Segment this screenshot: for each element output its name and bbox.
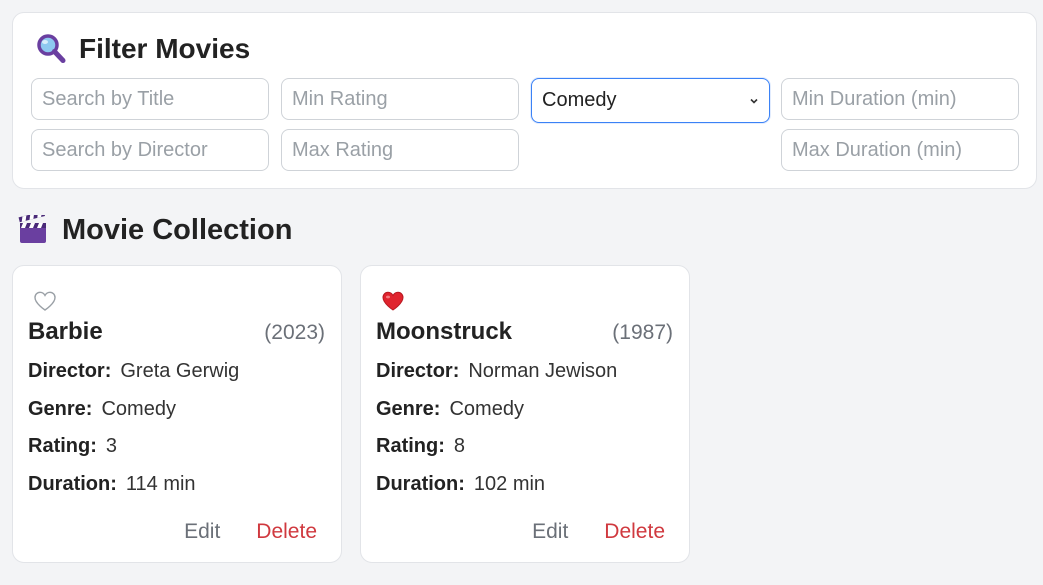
genre-label: Genre: [376, 398, 441, 420]
genre-value: Comedy [101, 398, 176, 420]
title-search-input[interactable] [31, 78, 269, 120]
duration-row: Duration: 114 min [28, 473, 196, 496]
edit-button[interactable]: Edit [532, 520, 568, 544]
director-label: Director: [28, 360, 112, 382]
duration-label: Duration: [376, 473, 465, 495]
min-rating-input[interactable] [281, 78, 519, 120]
clapper-board-icon [18, 210, 50, 247]
director-label: Director: [376, 360, 460, 382]
edit-button[interactable]: Edit [184, 520, 220, 544]
movie-year: (2023) [264, 321, 325, 344]
movie-title-row: Barbie (2023) [28, 318, 325, 346]
max-rating-input[interactable] [281, 129, 519, 171]
duration-row: Duration: 102 min [376, 473, 545, 496]
movie-card: Barbie (2023) Director: Greta Gerwig Gen… [12, 265, 342, 563]
magnifying-glass-icon [35, 33, 67, 65]
genre-select[interactable]: Comedy [531, 78, 770, 123]
filter-title: Filter Movies [79, 33, 251, 64]
collection-title: Movie Collection [62, 214, 293, 246]
genre-select-value: Comedy [542, 89, 617, 111]
duration-label: Duration: [28, 473, 117, 495]
delete-button[interactable]: Delete [256, 520, 317, 544]
genre-row: Genre: Comedy [28, 398, 176, 421]
director-value: Norman Jewison [468, 360, 618, 382]
genre-row: Genre: Comedy [376, 398, 524, 421]
movie-year: (1987) [612, 321, 673, 344]
rating-label: Rating: [28, 435, 97, 457]
card-actions: Edit Delete [184, 520, 317, 544]
rating-row: Rating: 8 [376, 435, 465, 458]
rating-label: Rating: [376, 435, 445, 457]
genre-value: Comedy [449, 398, 524, 420]
filter-panel: Filter Movies Comedy [12, 12, 1037, 189]
movie-title: Moonstruck [376, 318, 513, 345]
heart-filled-icon[interactable] [381, 290, 405, 312]
delete-button[interactable]: Delete [604, 520, 665, 544]
genre-label: Genre: [28, 398, 93, 420]
movie-card: Moonstruck (1987) Director: Norman Jewis… [360, 265, 690, 563]
heart-outline-icon[interactable] [33, 290, 57, 312]
duration-value: 114 min [125, 473, 196, 495]
director-search-input[interactable] [31, 129, 269, 171]
filter-heading: Filter Movies [35, 33, 250, 65]
movie-title: Barbie [28, 318, 103, 345]
card-actions: Edit Delete [532, 520, 665, 544]
director-row: Director: Norman Jewison [376, 360, 617, 383]
min-duration-input[interactable] [781, 78, 1019, 120]
collection-heading: Movie Collection [18, 210, 293, 247]
rating-value: 8 [453, 435, 466, 457]
duration-value: 102 min [473, 473, 546, 495]
rating-value: 3 [105, 435, 118, 457]
chevron-down-icon [750, 98, 758, 104]
max-duration-input[interactable] [781, 129, 1019, 171]
movie-title-row: Moonstruck (1987) [376, 318, 673, 346]
rating-row: Rating: 3 [28, 435, 117, 458]
director-row: Director: Greta Gerwig [28, 360, 239, 383]
director-value: Greta Gerwig [120, 360, 240, 382]
